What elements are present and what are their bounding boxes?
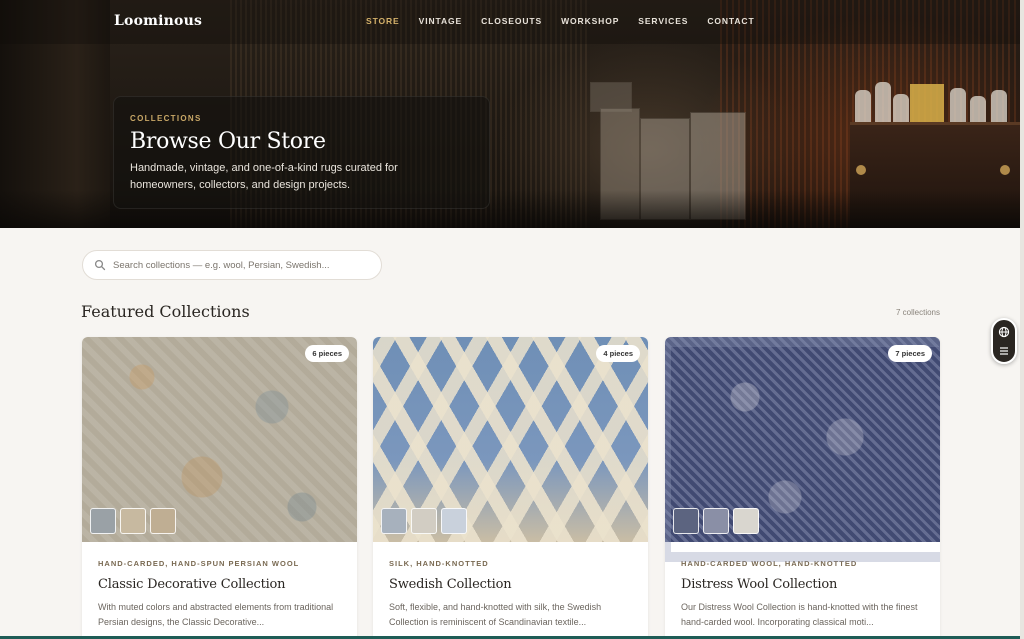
- pieces-badge: 6 pieces: [305, 345, 349, 362]
- brand-logo[interactable]: Loominous: [114, 13, 202, 29]
- collection-card-swedish[interactable]: 4 pieces SILK, HAND-KNOTTED Swedish Coll…: [373, 337, 648, 639]
- nav-item-workshop[interactable]: WORKSHOP: [561, 16, 619, 26]
- card-body: SILK, HAND-KNOTTED Swedish Collection So…: [373, 542, 648, 639]
- card-description: Soft, flexible, and hand-knotted with si…: [389, 602, 602, 627]
- collection-card-classic-decorative[interactable]: 6 pieces HAND-CARDED, HAND-SPUN PERSIAN …: [82, 337, 357, 639]
- search-bar[interactable]: [82, 250, 382, 280]
- nav-item-closeouts[interactable]: CLOSEOUTS: [481, 16, 542, 26]
- pieces-badge: 4 pieces: [596, 345, 640, 362]
- page-scrollbar[interactable]: [1020, 0, 1024, 639]
- collection-image[interactable]: 6 pieces: [82, 337, 357, 542]
- floating-tools-widget: [991, 318, 1017, 364]
- nav-item-services[interactable]: SERVICES: [638, 16, 688, 26]
- hero-crate: [910, 84, 944, 124]
- thumbnail-strip: [673, 508, 759, 534]
- thumbnail[interactable]: [411, 508, 437, 534]
- thumbnail[interactable]: [703, 508, 729, 534]
- thumbnail[interactable]: [381, 508, 407, 534]
- page-title: Browse Our Store: [130, 129, 326, 154]
- nav-item-store[interactable]: STORE: [366, 16, 400, 26]
- nav-menu: STORE VINTAGE CLOSEOUTS WORKSHOP SERVICE…: [366, 16, 774, 26]
- hero-eyebrow: COLLECTIONS: [130, 114, 202, 123]
- card-description: With muted colors and abstracted element…: [98, 602, 334, 627]
- hero-subtitle: Handmade, vintage, and one-of-a-kind rug…: [130, 162, 398, 191]
- thumbnail[interactable]: [150, 508, 176, 534]
- card-body: HAND-CARDED, HAND-SPUN PERSIAN WOOL Clas…: [82, 542, 357, 639]
- thumbnail[interactable]: [90, 508, 116, 534]
- nav-item-contact[interactable]: CONTACT: [707, 16, 754, 26]
- thumbnail[interactable]: [120, 508, 146, 534]
- search-icon: [94, 259, 106, 271]
- top-nav: Loominous STORE VINTAGE CLOSEOUTS WORKSH…: [0, 0, 1020, 44]
- card-material-tag: HAND-CARDED, HAND-SPUN PERSIAN WOOL: [98, 559, 300, 568]
- pieces-badge: 7 pieces: [888, 345, 932, 362]
- menu-lines-icon[interactable]: [998, 345, 1010, 357]
- thumbnail[interactable]: [733, 508, 759, 534]
- collection-image[interactable]: 7 pieces: [665, 337, 940, 562]
- card-title[interactable]: Swedish Collection: [389, 577, 632, 592]
- globe-icon[interactable]: [998, 326, 1010, 338]
- collection-card-distress-wool[interactable]: 7 pieces HAND-CARDED WOOL, HAND-KNOTTED …: [665, 337, 940, 639]
- thumbnail-strip: [381, 508, 467, 534]
- hero-panel: COLLECTIONS Browse Our Store Handmade, v…: [113, 96, 490, 209]
- section-title: Featured Collections: [81, 302, 250, 321]
- card-description: Our Distress Wool Collection is hand-kno…: [681, 602, 918, 627]
- card-title[interactable]: Distress Wool Collection: [681, 577, 924, 592]
- thumbnail[interactable]: [441, 508, 467, 534]
- thumbnail[interactable]: [673, 508, 699, 534]
- card-title[interactable]: Classic Decorative Collection: [98, 577, 341, 592]
- nav-item-vintage[interactable]: VINTAGE: [419, 16, 462, 26]
- collection-count: 7 collections: [895, 308, 940, 317]
- card-material-tag: SILK, HAND-KNOTTED: [389, 559, 489, 568]
- collection-image[interactable]: 4 pieces: [373, 337, 648, 542]
- thumbnail-strip: [90, 508, 176, 534]
- search-input[interactable]: [113, 259, 363, 271]
